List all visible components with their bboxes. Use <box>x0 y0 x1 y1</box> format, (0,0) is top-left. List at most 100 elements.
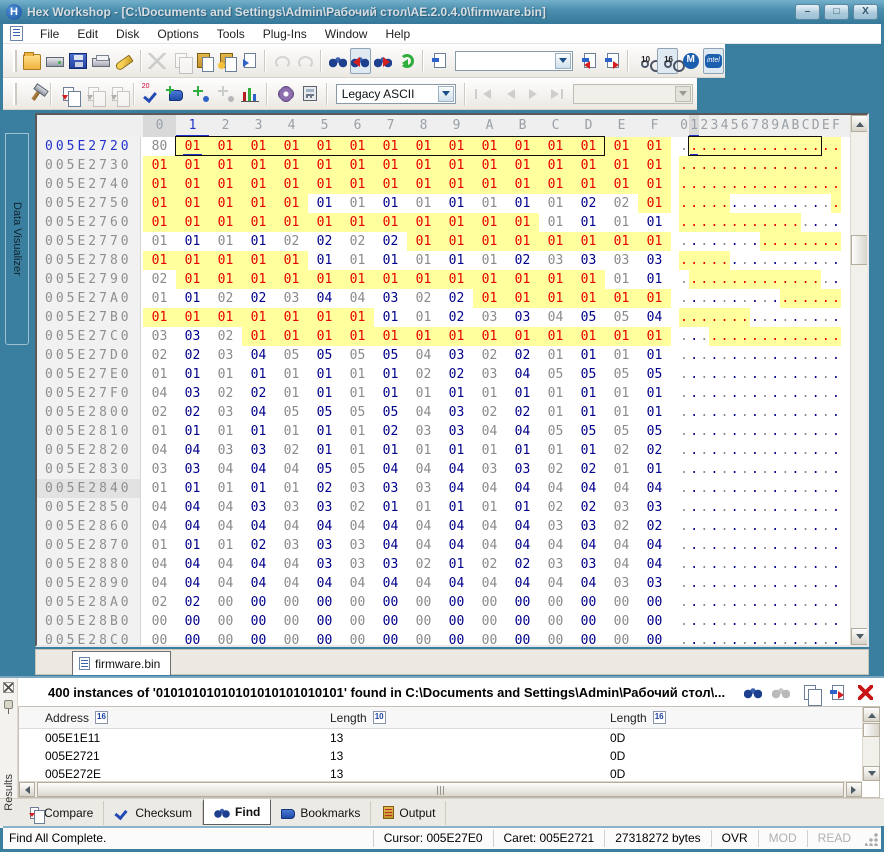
hex-byte[interactable]: 01 <box>242 479 275 498</box>
ascii-char[interactable]: . <box>730 232 740 251</box>
ascii-char[interactable]: . <box>720 460 730 479</box>
hex-byte[interactable]: 03 <box>308 536 341 555</box>
hex-byte[interactable]: 05 <box>374 403 407 422</box>
ascii-char[interactable]: . <box>679 327 689 346</box>
ascii-char[interactable]: . <box>709 574 719 593</box>
hex-byte[interactable]: 04 <box>473 536 506 555</box>
hex-byte[interactable]: 01 <box>407 175 440 194</box>
ascii-char[interactable]: . <box>790 384 800 403</box>
ascii-char[interactable]: . <box>699 365 709 384</box>
ascii-char[interactable]: . <box>699 574 709 593</box>
ascii-char[interactable]: . <box>730 612 740 631</box>
ascii-char[interactable]: . <box>730 156 740 175</box>
hex-byte[interactable]: 01 <box>209 175 242 194</box>
ascii-char[interactable]: . <box>780 137 790 156</box>
ascii-char[interactable]: . <box>801 574 811 593</box>
ascii-char[interactable]: . <box>780 593 790 612</box>
base-converter-button[interactable] <box>298 81 321 107</box>
paste-special-button[interactable] <box>215 48 236 74</box>
ascii-char[interactable]: . <box>811 213 821 232</box>
hex-byte[interactable]: 01 <box>440 498 473 517</box>
hex-byte[interactable]: 01 <box>473 213 506 232</box>
hex-byte[interactable]: 01 <box>440 194 473 213</box>
hex-byte[interactable]: 01 <box>341 384 374 403</box>
hex-byte[interactable]: 04 <box>407 517 440 536</box>
results-column-header[interactable]: Length <box>610 711 862 725</box>
ascii-char[interactable]: . <box>740 270 750 289</box>
ascii-char[interactable]: . <box>821 175 831 194</box>
ascii-char[interactable]: . <box>740 308 750 327</box>
hex-byte[interactable]: 04 <box>176 441 209 460</box>
ascii-char[interactable]: . <box>709 593 719 612</box>
hex-byte[interactable]: 04 <box>242 555 275 574</box>
hex-byte[interactable]: 01 <box>407 270 440 289</box>
hex-byte[interactable]: 01 <box>539 156 572 175</box>
hex-byte[interactable]: 04 <box>176 498 209 517</box>
file-properties-button[interactable] <box>114 48 135 74</box>
ascii-char[interactable]: . <box>679 555 689 574</box>
hex-byte[interactable]: 01 <box>605 270 638 289</box>
ascii-char[interactable]: . <box>699 232 709 251</box>
hex-byte[interactable]: 01 <box>473 232 506 251</box>
hex-byte[interactable]: 04 <box>209 517 242 536</box>
ascii-char[interactable]: . <box>679 460 689 479</box>
hex-byte[interactable]: 02 <box>539 460 572 479</box>
hex-byte[interactable]: 00 <box>176 612 209 631</box>
ascii-char[interactable]: . <box>709 251 719 270</box>
hex-byte[interactable]: 02 <box>209 327 242 346</box>
insert-file-button[interactable] <box>238 48 259 74</box>
hex-byte[interactable]: 01 <box>506 270 539 289</box>
ascii-char[interactable]: . <box>790 365 800 384</box>
hex-byte[interactable]: 04 <box>143 498 176 517</box>
hex-byte[interactable]: 04 <box>506 422 539 441</box>
ascii-char[interactable]: . <box>790 251 800 270</box>
hex-byte[interactable]: 01 <box>275 365 308 384</box>
ascii-char[interactable]: . <box>770 612 780 631</box>
hex-byte[interactable]: 01 <box>242 213 275 232</box>
ascii-char[interactable]: . <box>720 213 730 232</box>
hex-byte[interactable]: 00 <box>374 612 407 631</box>
hex-byte[interactable]: 02 <box>506 251 539 270</box>
ascii-char[interactable]: . <box>760 308 770 327</box>
ascii-char[interactable]: . <box>760 270 770 289</box>
results-hscroll-thumb[interactable] <box>37 782 844 797</box>
hex-byte[interactable]: 03 <box>605 498 638 517</box>
hex-byte[interactable]: 01 <box>605 460 638 479</box>
ascii-char[interactable]: . <box>679 612 689 631</box>
hex-byte[interactable]: 03 <box>638 251 671 270</box>
hex-byte[interactable]: 04 <box>242 517 275 536</box>
ascii-char[interactable]: . <box>790 308 800 327</box>
ascii-char[interactable]: . <box>730 422 740 441</box>
hex-byte[interactable]: 01 <box>341 422 374 441</box>
hex-byte[interactable]: 05 <box>572 308 605 327</box>
ascii-char[interactable]: . <box>720 517 730 536</box>
ascii-char[interactable]: . <box>780 441 790 460</box>
hex-byte[interactable]: 03 <box>572 251 605 270</box>
hex-byte[interactable]: 01 <box>176 232 209 251</box>
ascii-char[interactable]: . <box>801 156 811 175</box>
hex-byte[interactable]: 01 <box>539 137 572 156</box>
hex-byte[interactable]: 01 <box>638 270 671 289</box>
ascii-char[interactable]: . <box>689 232 699 251</box>
ascii-char[interactable]: . <box>689 422 699 441</box>
hex-byte[interactable]: 03 <box>143 327 176 346</box>
ascii-char[interactable]: . <box>720 555 730 574</box>
ascii-char[interactable]: . <box>790 327 800 346</box>
hex-byte[interactable]: 05 <box>539 422 572 441</box>
hex-byte[interactable]: 01 <box>209 232 242 251</box>
results-scroll-thumb[interactable] <box>863 723 880 737</box>
ascii-char[interactable]: . <box>709 536 719 555</box>
hex-byte[interactable]: 04 <box>473 517 506 536</box>
hex-byte[interactable]: 01 <box>473 270 506 289</box>
hex-byte[interactable]: 02 <box>572 498 605 517</box>
ascii-char[interactable]: . <box>699 441 709 460</box>
ascii-char[interactable]: . <box>750 631 760 645</box>
ascii-char[interactable]: . <box>821 555 831 574</box>
ascii-char[interactable]: . <box>730 289 740 308</box>
hex-byte[interactable]: 01 <box>638 175 671 194</box>
hex-byte[interactable]: 01 <box>308 327 341 346</box>
hex-byte[interactable]: 01 <box>440 175 473 194</box>
ascii-char[interactable]: . <box>831 498 841 517</box>
hex-byte[interactable]: 04 <box>275 574 308 593</box>
hex-byte[interactable]: 01 <box>605 213 638 232</box>
